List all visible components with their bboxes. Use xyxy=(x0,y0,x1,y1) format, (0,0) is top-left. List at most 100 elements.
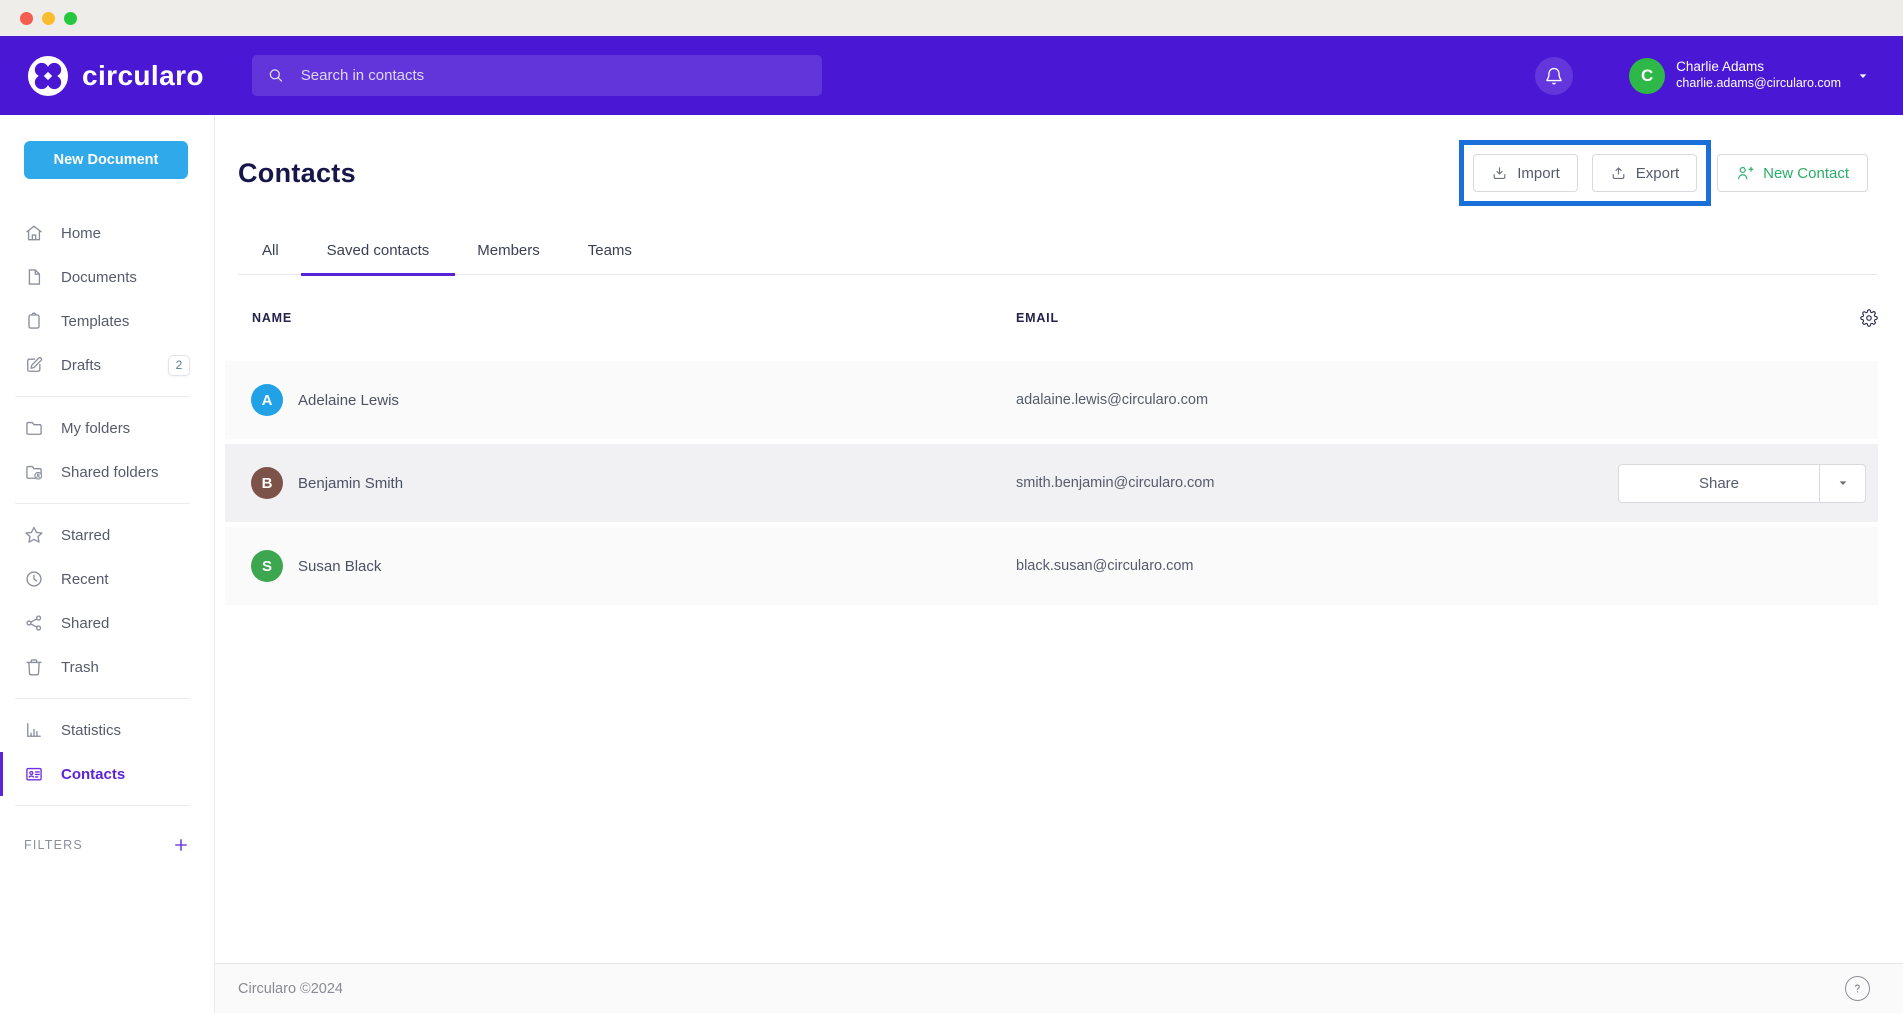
sidebar-item-label: Statistics xyxy=(61,722,121,739)
share-button[interactable]: Share xyxy=(1619,465,1819,502)
sidebar-item-label: Home xyxy=(61,225,101,242)
user-plus-icon xyxy=(1736,164,1754,182)
tutorial-highlight-box: Import Export xyxy=(1459,140,1711,206)
brand-logo[interactable]: circularo xyxy=(27,55,204,97)
tab-teams[interactable]: Teams xyxy=(588,242,632,274)
filters-section: FILTERS xyxy=(0,823,214,867)
caret-down-icon xyxy=(1835,475,1851,491)
sidebar: New Document Home Documents Templates Dr… xyxy=(0,115,215,1013)
sidebar-item-trash[interactable]: Trash xyxy=(0,645,214,689)
table-row[interactable]: B Benjamin Smith smith.benjamin@circular… xyxy=(225,444,1878,522)
stats-icon xyxy=(24,720,44,740)
share-split-button[interactable]: Share xyxy=(1618,464,1866,503)
import-button-label: Import xyxy=(1517,165,1560,182)
table-row[interactable]: S Susan Black black.susan@circularo.com xyxy=(225,527,1878,605)
user-name: Charlie Adams xyxy=(1676,59,1841,76)
window-minimize-button[interactable] xyxy=(42,12,55,25)
page-header: Contacts Import Export New Contact xyxy=(215,115,1903,206)
new-contact-button-label: New Contact xyxy=(1763,165,1849,182)
contacts-tabs: All Saved contacts Members Teams xyxy=(238,230,1877,275)
share-dropdown-button[interactable] xyxy=(1819,465,1865,502)
sidebar-item-my-folders[interactable]: My folders xyxy=(0,406,214,450)
name-cell: B Benjamin Smith xyxy=(251,467,1016,499)
sidebar-item-label: Contacts xyxy=(61,766,125,783)
filters-label: FILTERS xyxy=(24,838,83,852)
document-icon xyxy=(24,267,44,287)
sidebar-item-documents[interactable]: Documents xyxy=(0,255,214,299)
tab-members[interactable]: Members xyxy=(477,242,540,274)
template-icon xyxy=(24,311,44,331)
sidebar-item-drafts[interactable]: Drafts 2 xyxy=(0,343,214,387)
user-email: charlie.adams@circularo.com xyxy=(1676,76,1841,92)
table-settings-button[interactable] xyxy=(1860,309,1878,327)
sidebar-divider xyxy=(15,805,190,806)
sidebar-item-templates[interactable]: Templates xyxy=(0,299,214,343)
sidebar-item-label: Trash xyxy=(61,659,99,676)
add-filter-button[interactable] xyxy=(172,836,190,854)
page-actions: Import Export New Contact xyxy=(1459,140,1868,206)
avatar: S xyxy=(251,550,283,582)
import-button[interactable]: Import xyxy=(1473,154,1578,192)
new-document-button[interactable]: New Document xyxy=(24,141,188,179)
chevron-down-icon[interactable] xyxy=(1855,68,1871,84)
export-button[interactable]: Export xyxy=(1592,154,1697,192)
new-contact-button[interactable]: New Contact xyxy=(1717,154,1868,192)
help-button[interactable] xyxy=(1845,976,1870,1001)
window-zoom-button[interactable] xyxy=(64,12,77,25)
name-cell: S Susan Black xyxy=(251,550,1016,582)
user-menu[interactable]: C Charlie Adams charlie.adams@circularo.… xyxy=(1629,58,1871,94)
avatar: A xyxy=(251,384,283,416)
star-icon xyxy=(24,525,44,545)
name-cell: A Adelaine Lewis xyxy=(251,384,1016,416)
copyright-text: Circularo ©2024 xyxy=(238,981,343,997)
export-icon xyxy=(1610,165,1627,182)
header-right: C Charlie Adams charlie.adams@circularo.… xyxy=(1535,57,1903,95)
sidebar-item-label: Shared xyxy=(61,615,109,632)
window-titlebar xyxy=(0,0,1903,36)
contact-name: Adelaine Lewis xyxy=(298,392,399,409)
avatar: B xyxy=(251,467,283,499)
tab-saved-contacts[interactable]: Saved contacts xyxy=(327,242,430,274)
contact-name: Benjamin Smith xyxy=(298,475,403,492)
clock-icon xyxy=(24,569,44,589)
contact-email: adalaine.lewis@circularo.com xyxy=(1016,392,1208,408)
sidebar-item-statistics[interactable]: Statistics xyxy=(0,708,214,752)
trash-icon xyxy=(24,657,44,677)
sidebar-item-label: Documents xyxy=(61,269,137,286)
draft-icon xyxy=(24,355,44,375)
import-icon xyxy=(1491,165,1508,182)
sidebar-nav: Home Documents Templates Drafts 2 My fol… xyxy=(0,211,214,815)
sidebar-item-shared[interactable]: Shared xyxy=(0,601,214,645)
table-header: NAME EMAIL xyxy=(225,275,1878,361)
user-avatar[interactable]: C xyxy=(1629,58,1665,94)
table-row[interactable]: A Adelaine Lewis adalaine.lewis@circular… xyxy=(225,361,1878,439)
sidebar-item-label: My folders xyxy=(61,420,130,437)
tab-all[interactable]: All xyxy=(262,242,279,274)
search-input[interactable] xyxy=(299,66,807,85)
search-bar[interactable] xyxy=(252,55,822,96)
sidebar-item-recent[interactable]: Recent xyxy=(0,557,214,601)
drafts-count-badge: 2 xyxy=(168,355,190,376)
search-icon xyxy=(267,66,285,85)
contacts-list: A Adelaine Lewis adalaine.lewis@circular… xyxy=(215,361,1903,610)
window-close-button[interactable] xyxy=(20,12,33,25)
column-header-name: NAME xyxy=(252,311,1016,325)
share-icon xyxy=(24,613,44,633)
sidebar-item-starred[interactable]: Starred xyxy=(0,513,214,557)
sidebar-divider xyxy=(15,698,190,699)
contact-email: black.susan@circularo.com xyxy=(1016,558,1194,574)
user-meta: Charlie Adams charlie.adams@circularo.co… xyxy=(1676,59,1841,92)
question-icon xyxy=(1849,980,1866,997)
folder-icon xyxy=(24,418,44,438)
contacts-icon xyxy=(24,764,44,784)
brand-name: circularo xyxy=(82,60,204,92)
sidebar-item-label: Recent xyxy=(61,571,109,588)
sidebar-item-home[interactable]: Home xyxy=(0,211,214,255)
shared-folder-icon xyxy=(24,462,44,482)
app-header: circularo C Charlie Adams charlie.adams@… xyxy=(0,36,1903,115)
notifications-button[interactable] xyxy=(1535,57,1573,95)
sidebar-item-contacts[interactable]: Contacts xyxy=(0,752,214,796)
bell-icon xyxy=(1544,66,1564,86)
footer: Circularo ©2024 xyxy=(215,963,1903,1013)
sidebar-item-shared-folders[interactable]: Shared folders xyxy=(0,450,214,494)
